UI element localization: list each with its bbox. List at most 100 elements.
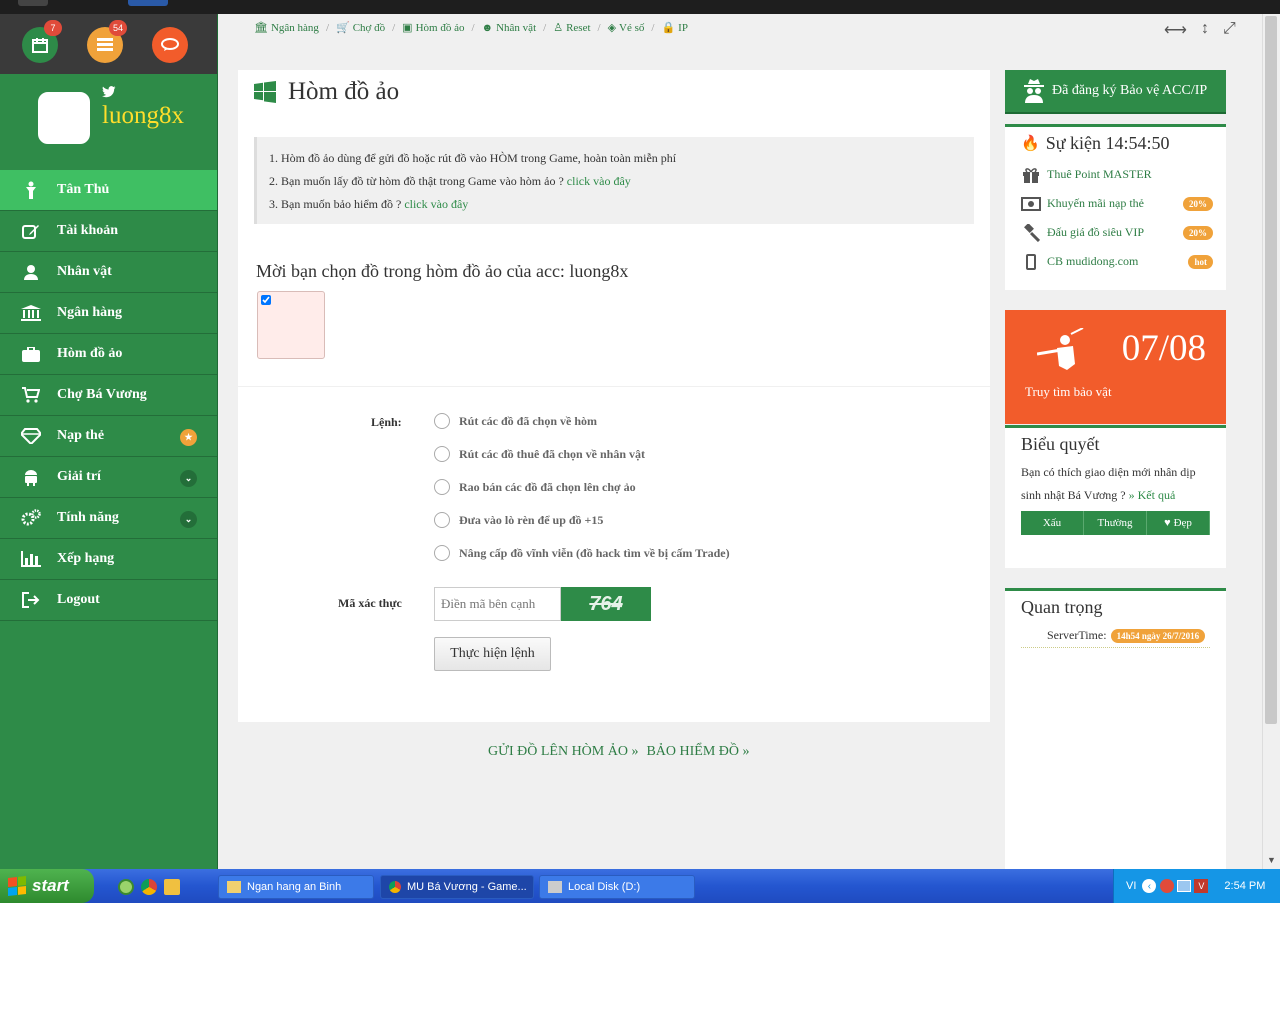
command-option[interactable]: Rút các đồ thuê đã chọn về nhân vật [434, 446, 645, 462]
crumb-hom-do-ao[interactable]: ▣ Hòm đồ ảo [402, 21, 465, 35]
crumb-nhan-vat[interactable]: ☻ Nhân vật [482, 22, 537, 34]
sidebar-header: 7 54 [0, 14, 217, 74]
command-option-label: Rút các đồ đã chọn về hòm [459, 413, 598, 428]
sidebar-item-cho-ba-vuong[interactable]: Chợ Bá Vương [0, 375, 217, 416]
captcha-input[interactable] [434, 587, 561, 621]
start-button[interactable]: start [0, 869, 94, 903]
event-label: Khuyến mãi nạp thẻ [1047, 196, 1144, 210]
register-protection-button[interactable]: Đã đăng ký Bảo vệ ACC/IP [1005, 70, 1226, 114]
poll-result-link[interactable]: » Kết quả [1129, 488, 1176, 502]
network-icon[interactable] [1177, 880, 1192, 892]
poll-box: Biểu quyết Bạn có thích giao diện mới nh… [1005, 425, 1226, 568]
crumb-ip[interactable]: 🔒 IP [661, 21, 687, 35]
disk-icon [548, 881, 562, 893]
calendar-button[interactable]: 7 [22, 20, 62, 63]
taskbar: start Ngan hang an Binh MU Bá Vương - Ga… [0, 869, 1280, 903]
item-checkbox[interactable] [261, 295, 271, 305]
sidebar-item-nhan-vat[interactable]: Nhân vật [0, 252, 217, 293]
logout-icon [20, 590, 42, 610]
sidebar-item-giai-tri[interactable]: Giải trí ⌄ [0, 457, 217, 498]
crumb-label: Hòm đồ ảo [415, 21, 465, 34]
server-time-value: 14h54 ngày 26/7/2016 [1110, 628, 1206, 643]
poll-option-thuong[interactable]: Thường [1084, 511, 1147, 535]
poll-option-label: Thường [1097, 517, 1133, 529]
divider [238, 386, 990, 387]
task-mu-ba-vuong[interactable]: MU Bá Vương - Game... [380, 875, 534, 899]
chrome-icon [389, 881, 401, 893]
important-box: Quan trọng ServerTime: 14h54 ngày 26/7/2… [1005, 588, 1226, 869]
chrome-icon[interactable] [141, 879, 157, 895]
submit-button[interactable]: Thực hiện lệnh [434, 637, 551, 671]
sidebar-item-label: Logout [57, 592, 100, 607]
command-option[interactable]: Rút các đồ đã chọn về hòm [434, 413, 597, 429]
events-title: 🔥 Sự kiện 14:54:50 [1005, 127, 1226, 160]
spy-icon [1024, 79, 1044, 103]
sidebar-item-label: Xếp hạng [57, 551, 115, 566]
crumb-ngan-hang[interactable]: 🏛 Ngân hàng [254, 21, 319, 35]
radio-button[interactable] [434, 413, 450, 429]
sidebar-item-logout[interactable]: Logout [0, 580, 217, 621]
chat-button[interactable] [152, 27, 188, 63]
command-option[interactable]: Nâng cấp đồ vĩnh viễn (đồ hack tìm về bị… [434, 545, 730, 561]
chevron-down-icon[interactable]: ⌄ [180, 470, 197, 487]
scroll-down-arrow[interactable]: ▼ [1267, 855, 1276, 865]
windows-icon [254, 81, 276, 103]
calendar-badge: 7 [44, 20, 62, 36]
event-item[interactable]: Đấu giá đồ siêu VIP 20% [1005, 218, 1226, 247]
click-here-link[interactable]: click vào đây [404, 197, 468, 211]
crumb-label: Vé số [619, 21, 645, 34]
insurance-link[interactable]: BẢO HIỂM ĐỒ » [646, 744, 749, 760]
scrollbar-thumb[interactable] [1265, 16, 1277, 724]
poll-option-label: Xấu [1042, 517, 1062, 529]
radio-button[interactable] [434, 512, 450, 528]
sidebar-item-nap-the[interactable]: Nạp thẻ ★ [0, 416, 217, 457]
vertical-resize-icon[interactable]: ↕ [1201, 20, 1209, 40]
fullscreen-icon[interactable]: ⤢ [1223, 20, 1236, 40]
horizontal-resize-icon[interactable]: ⟷ [1164, 20, 1187, 40]
click-here-link[interactable]: click vào đây [567, 174, 631, 188]
quicklaunch-icon[interactable] [118, 879, 134, 895]
sidebar-item-tinh-nang[interactable]: Tính năng ⌄ [0, 498, 217, 539]
command-option[interactable]: Đưa vào lò rèn để up đồ +15 [434, 512, 603, 528]
send-to-virtual-chest-link[interactable]: GỬI ĐỒ LÊN HÒM ẢO » [488, 744, 638, 760]
treasure-hunt-banner[interactable]: 07/08 Truy tìm bảo vật [1005, 310, 1226, 424]
radio-button[interactable] [434, 446, 450, 462]
crumb-ve-so[interactable]: ◈ Vé số [608, 21, 645, 35]
event-item[interactable]: Khuyến mãi nạp thẻ 20% [1005, 189, 1226, 218]
bar-chart-icon [20, 549, 42, 569]
sidebar-item-tan-thu[interactable]: Tân Thủ [0, 170, 217, 211]
language-indicator[interactable]: VI [1126, 880, 1136, 892]
clock-app-icon[interactable] [164, 879, 180, 895]
radio-button[interactable] [434, 479, 450, 495]
vertical-scrollbar[interactable]: ▼ [1262, 14, 1280, 869]
user-icon: ☻ [481, 21, 494, 34]
sidebar-item-xep-hang[interactable]: Xếp hạng [0, 539, 217, 580]
command-option-label: Đưa vào lò rèn để up đồ +15 [459, 512, 604, 527]
poll-options: Xấu Thường ♥ Đẹp [1021, 511, 1210, 535]
crumb-cho-do[interactable]: 🛒 Chợ đồ [336, 21, 385, 35]
sidebar-item-ngan-hang[interactable]: Ngân hàng [0, 293, 217, 334]
event-item[interactable]: Thuê Point MASTER [1005, 160, 1226, 189]
note-3: 3. Bạn muốn bảo hiểm đồ ? click vào đây [269, 193, 962, 216]
tray-v-icon[interactable]: V [1194, 879, 1209, 893]
tray-app-icon[interactable] [1160, 879, 1175, 893]
event-item[interactable]: CB mudidong.com hot [1005, 247, 1226, 276]
poll-option-dep[interactable]: ♥ Đẹp [1147, 511, 1210, 535]
sidebar-item-tai-khoan[interactable]: Tài khoản [0, 211, 217, 252]
gift-icon [1020, 167, 1042, 183]
register-label: Đã đăng ký Bảo vệ ACC/IP [1052, 83, 1208, 98]
poll-option-xau[interactable]: Xấu [1021, 511, 1084, 535]
crumb-reset[interactable]: ♙ Reset [553, 21, 590, 35]
radio-button[interactable] [434, 545, 450, 561]
chevron-down-icon[interactable]: ⌄ [180, 511, 197, 528]
task-local-disk[interactable]: Local Disk (D:) [539, 875, 695, 899]
tray-expand-icon[interactable]: ‹ [1142, 879, 1157, 893]
event-label: Thuê Point MASTER [1047, 167, 1152, 181]
fire-icon: 🔥 [1021, 136, 1040, 152]
sidebar-item-hom-do-ao[interactable]: Hòm đồ ảo [0, 334, 217, 375]
command-option[interactable]: Rao bán các đồ đã chọn lên chợ ảo [434, 479, 636, 495]
list-button[interactable]: 54 [87, 20, 127, 63]
task-ngan-hang[interactable]: Ngan hang an Binh [218, 875, 374, 899]
chat-icon [161, 38, 179, 51]
item-slot[interactable] [257, 291, 325, 359]
